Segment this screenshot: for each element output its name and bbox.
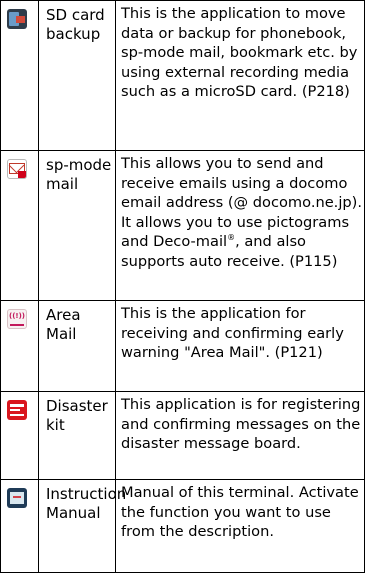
table-row: SD card backup This is the application t… [0, 0, 365, 151]
icon-cell: ((!)) [0, 300, 39, 392]
name-cell: Disaster kit [38, 391, 116, 480]
registered-mark: ® [227, 233, 236, 243]
app-description: This allows you to send and receive emai… [116, 151, 364, 275]
table-row: ((!)) Area Mail This is the application … [0, 300, 365, 392]
table-row: sp-mode mail This allows you to send and… [0, 150, 365, 301]
app-name: Area Mail [46, 306, 81, 343]
description-cell: This application is for registering and … [115, 391, 365, 480]
description-cell: This allows you to send and receive emai… [115, 150, 365, 301]
description-cell: This is the application to move data or … [115, 0, 365, 151]
application-table: SD card backup This is the application t… [0, 0, 365, 573]
app-description: This is the application for receiving an… [121, 305, 344, 362]
instruction-manual-icon [7, 488, 27, 508]
app-name: SD card backup [46, 6, 105, 43]
sp-mode-mail-icon [7, 159, 27, 179]
name-cell: Instruction Manual [38, 479, 127, 573]
icon-cell [0, 0, 39, 151]
table-row: Instruction Manual Manual of this termin… [0, 479, 365, 573]
area-mail-icon: ((!)) [7, 309, 27, 329]
icon-cell [0, 479, 39, 573]
description-cell: This is the application for receiving an… [115, 300, 365, 392]
description-cell: Manual of this terminal. Activate the fu… [115, 479, 365, 573]
app-name: Disaster kit [46, 397, 108, 434]
sd-card-backup-icon [7, 9, 27, 29]
name-cell: SD card backup [38, 0, 116, 151]
table-row: Disaster kit This application is for reg… [0, 391, 365, 480]
disaster-kit-icon [7, 400, 27, 420]
icon-cell [0, 150, 39, 301]
app-description: This application is for registering and … [121, 396, 361, 453]
name-cell: Area Mail [38, 300, 116, 392]
icon-cell [0, 391, 39, 480]
app-name: Instruction Manual [46, 485, 127, 522]
app-description: This is the application to move data or … [121, 5, 358, 101]
app-description: Manual of this terminal. Activate the fu… [121, 484, 359, 541]
name-cell: sp-mode mail [38, 150, 116, 301]
app-name: sp-mode mail [46, 156, 112, 193]
